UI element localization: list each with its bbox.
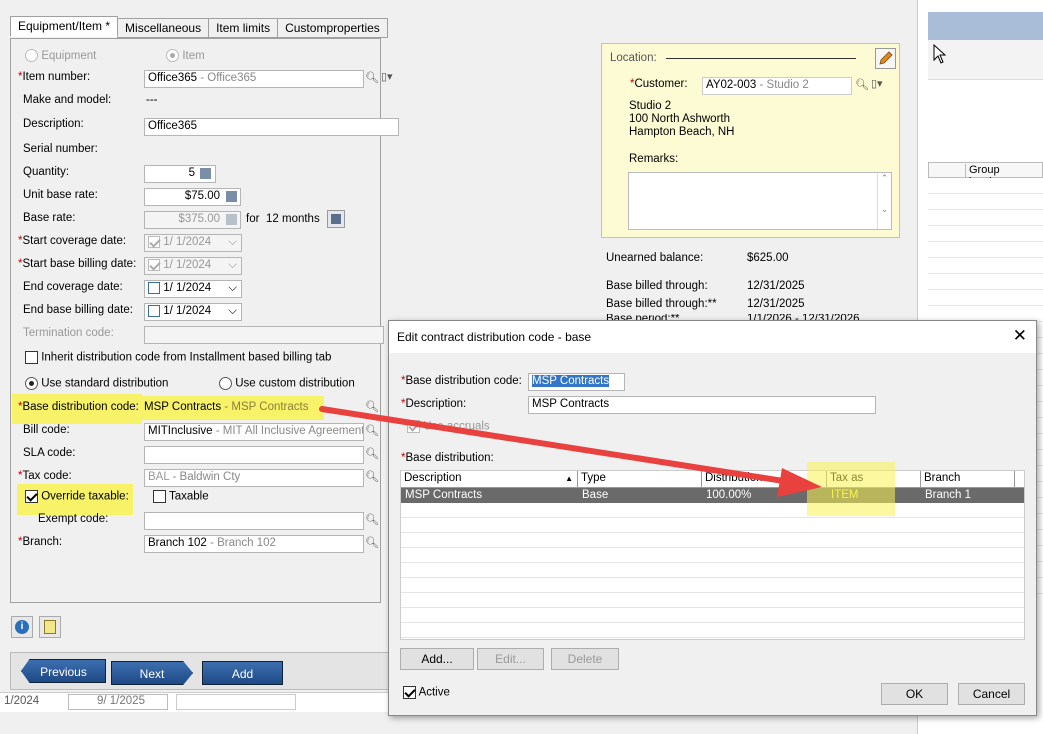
annotation-arrow [319, 406, 822, 497]
